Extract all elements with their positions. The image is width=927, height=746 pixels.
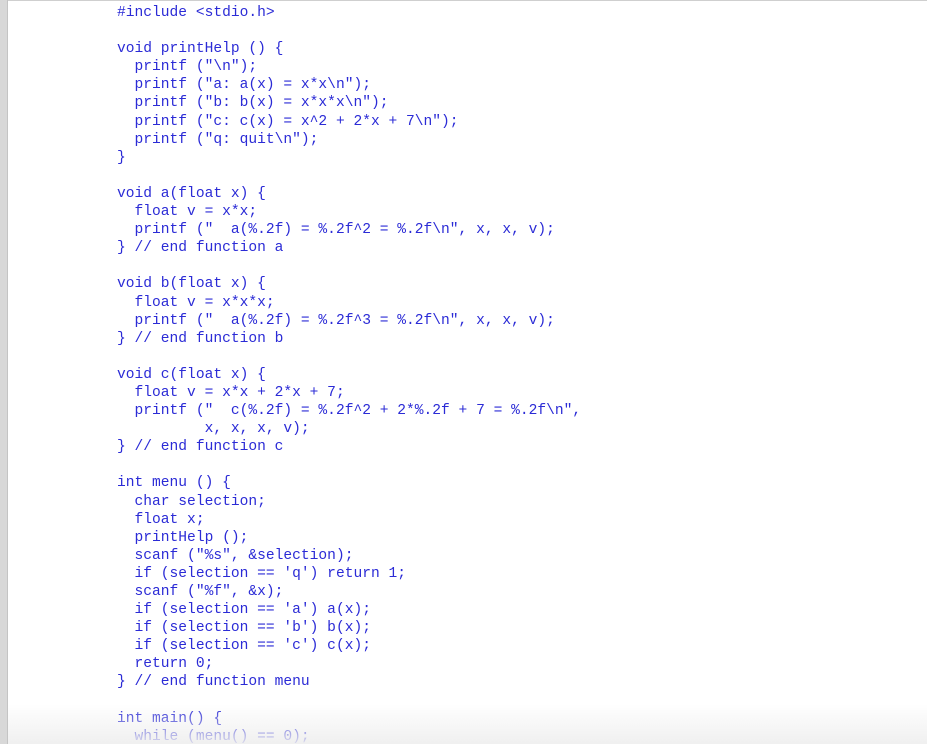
code-line: printf (" a(%.2f) = %.2f^2 = %.2f\n", x,… [117, 222, 555, 239]
code-line: while (menu() == 0); [117, 728, 310, 745]
code-line: return 0; [117, 656, 214, 673]
code-line: int main() { [117, 710, 223, 727]
code-line: scanf ("%f", &x); [117, 584, 284, 600]
code-line: } [117, 149, 126, 166]
code-line: printf ("\n"); [117, 59, 258, 76]
code-line: printf ("a: a(x) = x*x\n"); [117, 77, 371, 94]
code-block: #include <stdio.h> void printHelp () { pr… [117, 4, 581, 746]
code-line: #include <stdio.h> [117, 5, 275, 21]
top-border [8, 0, 927, 1]
code-line: printf (" a(%.2f) = %.2f^3 = %.2f\n", x,… [117, 312, 555, 329]
code-line: float v = x*x + 2*x + 7; [117, 384, 345, 401]
code-line: void c(float x) { [117, 366, 266, 383]
code-line: printf ("q: quit\n"); [117, 131, 319, 148]
code-line: if (selection == 'b') b(x); [117, 620, 371, 637]
code-line: x, x, x, v); [117, 421, 310, 438]
code-line: } // end function c [117, 439, 284, 456]
code-line: void a(float x) { [117, 185, 266, 202]
code-line: printf ("c: c(x) = x^2 + 2*x + 7\n"); [117, 113, 459, 130]
code-line: printf (" c(%.2f) = %.2f^2 + 2*%.2f + 7 … [117, 403, 582, 420]
code-line: } // end function a [117, 240, 284, 257]
code-line: printf ("b: b(x) = x*x*x\n"); [117, 95, 389, 112]
code-line: float v = x*x*x; [117, 294, 275, 311]
code-line: if (selection == 'q') return 1; [117, 565, 407, 582]
code-line: void printHelp () { [117, 41, 284, 58]
code-line: int menu () { [117, 475, 231, 492]
code-line: float v = x*x; [117, 204, 258, 221]
code-line: float x; [117, 511, 205, 528]
code-line: scanf ("%s", &selection); [117, 547, 354, 564]
code-line: if (selection == 'a') a(x); [117, 602, 371, 619]
code-line: if (selection == 'c') c(x); [117, 638, 371, 655]
code-line: void b(float x) { [117, 276, 266, 293]
code-line: } // end function b [117, 330, 284, 347]
code-line: printHelp (); [117, 529, 249, 546]
code-line: char selection; [117, 493, 266, 510]
code-line: } // end function menu [117, 674, 310, 691]
left-gutter [0, 0, 8, 744]
